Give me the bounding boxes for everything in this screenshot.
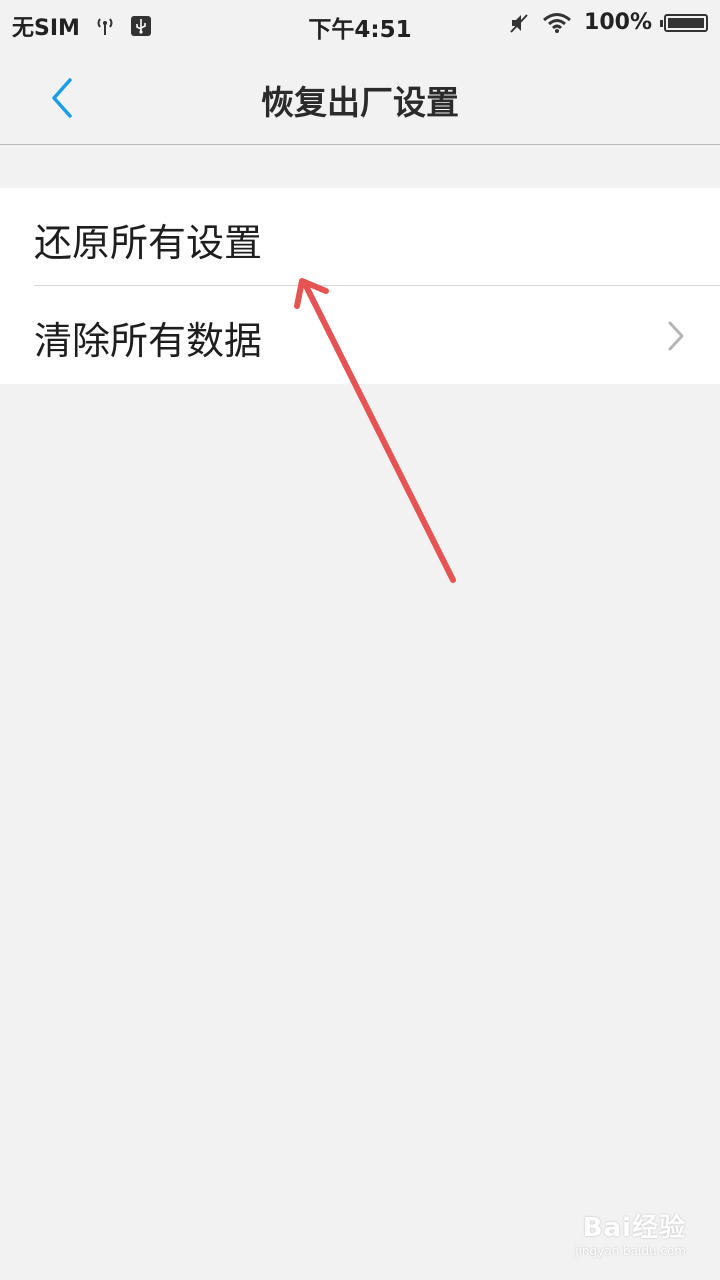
watermark-subtext: jingyan.baidu.com: [575, 1244, 686, 1258]
wifi-icon: [543, 12, 571, 33]
list-item-label: 清除所有数据: [34, 319, 263, 363]
list-item-restore-settings[interactable]: 还原所有设置: [0, 188, 720, 286]
mute-icon: [510, 13, 528, 33]
list-item-erase-data[interactable]: 清除所有数据: [0, 286, 720, 384]
settings-list: 还原所有设置 清除所有数据: [0, 188, 720, 384]
chevron-right-icon: [668, 321, 684, 351]
status-right: 100%: [508, 10, 708, 35]
status-bar: 无SIM 下午4:51 100%: [0, 0, 720, 50]
baidu-watermark: Bai经验 jingyan.baidu.com: [575, 1207, 686, 1258]
battery-icon: [660, 13, 708, 32]
list-item-label: 还原所有设置: [34, 221, 263, 265]
app-header: 恢复出厂设置: [0, 50, 720, 145]
watermark-text: Bai经验: [582, 1213, 686, 1243]
battery-percent: 100%: [584, 10, 652, 35]
page-title: 恢复出厂设置: [261, 83, 459, 122]
